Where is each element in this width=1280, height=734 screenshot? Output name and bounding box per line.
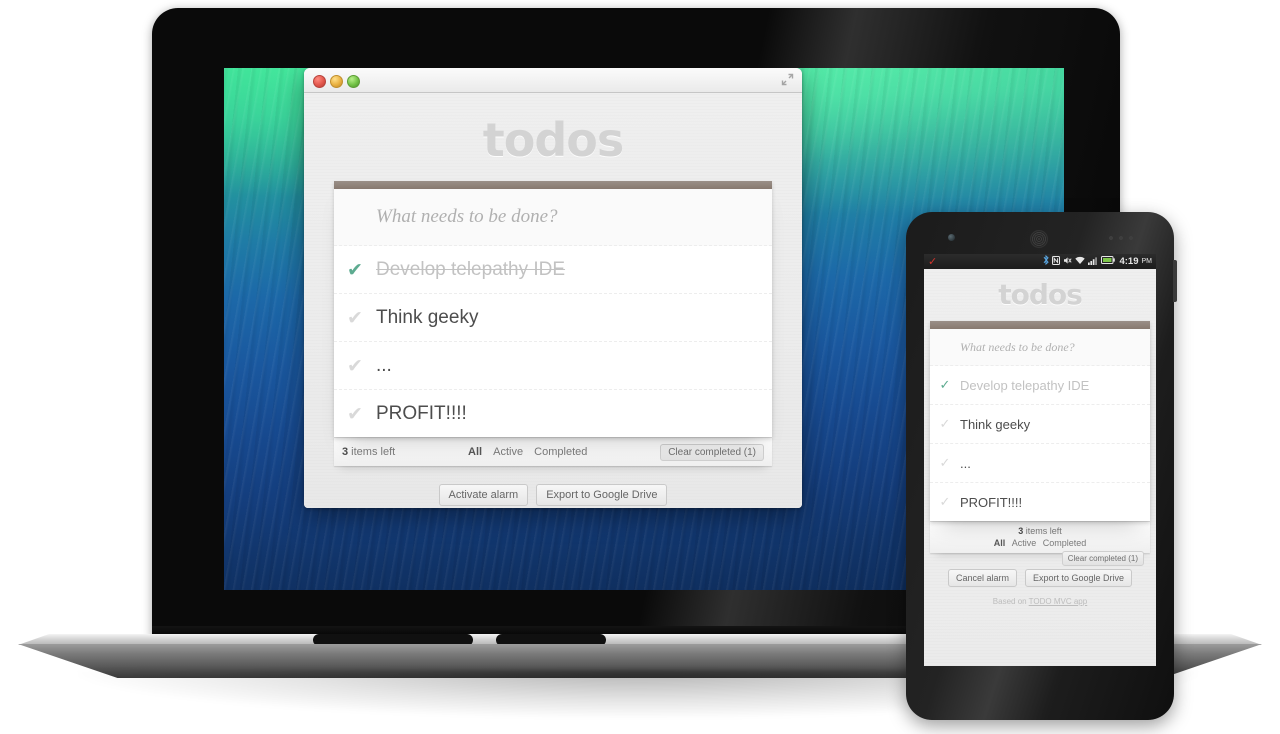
phone-power-button[interactable] <box>1173 260 1177 302</box>
page-title: todos <box>482 113 625 167</box>
filter-group: All Active Completed <box>395 446 660 458</box>
notification-check-icon: ✓ <box>928 255 938 268</box>
todo-row[interactable]: ✔ Think geeky <box>334 294 772 342</box>
todo-checkbox-icon[interactable]: ✓ <box>930 378 960 393</box>
items-left-counter: 3 items left <box>936 526 1144 536</box>
todo-label[interactable]: PROFIT!!!! <box>376 403 772 425</box>
alarm-button[interactable]: Cancel alarm <box>947 569 1017 587</box>
status-ampm: PM <box>1141 258 1153 265</box>
todo-label[interactable]: Develop telepathy IDE <box>376 259 772 281</box>
todo-app-phone: todos What needs to be done? ✓ Develop t… <box>924 269 1156 666</box>
export-button[interactable]: Export to Google Drive <box>1024 569 1133 587</box>
page-title: todos <box>998 278 1083 311</box>
card-top-bar <box>930 321 1150 329</box>
window-titlebar <box>304 68 802 93</box>
maximize-window-button[interactable] <box>347 75 360 88</box>
battery-icon <box>1101 256 1116 267</box>
phone-sensors <box>1108 236 1134 240</box>
todo-checkbox-icon[interactable]: ✔ <box>334 403 376 425</box>
todo-row[interactable]: ✔ PROFIT!!!! <box>334 390 772 437</box>
todo-footer: 3 items left All Active Completed Clear … <box>930 521 1150 566</box>
earpiece-speaker-icon <box>1030 230 1048 248</box>
todo-label[interactable]: Think geeky <box>376 307 772 329</box>
todo-row[interactable]: ✓ ... <box>930 444 1150 483</box>
todo-label[interactable]: PROFIT!!!! <box>960 495 1150 510</box>
new-todo-input[interactable]: What needs to be done? <box>960 340 1150 355</box>
card-top-bar <box>334 181 772 189</box>
todo-row[interactable]: ✓ PROFIT!!!! <box>930 483 1150 521</box>
filter-completed[interactable]: Completed <box>534 446 587 458</box>
signal-bars-icon <box>1088 256 1098 268</box>
alarm-button[interactable]: Activate alarm <box>438 484 529 506</box>
mute-icon <box>1063 256 1073 268</box>
items-left-counter: 3 items left <box>342 446 395 458</box>
todo-checkbox-icon[interactable]: ✓ <box>930 495 960 510</box>
todo-checkbox-icon[interactable]: ✔ <box>334 307 376 329</box>
todo-label[interactable]: Think geeky <box>960 417 1150 432</box>
front-camera-icon <box>948 234 955 241</box>
todo-label[interactable]: ... <box>376 355 772 377</box>
todo-checkbox-icon[interactable]: ✔ <box>334 355 376 377</box>
new-todo-row[interactable]: What needs to be done? <box>334 189 772 246</box>
filter-active[interactable]: Active <box>1012 538 1037 548</box>
minimize-window-button[interactable] <box>330 75 343 88</box>
status-time: 4:19 <box>1119 256 1139 267</box>
phone-mockup: ✓ 4:19 PM todos What needs to be done? ✓… <box>906 212 1177 720</box>
filter-group: All Active Completed <box>936 538 1144 548</box>
action-buttons: Activate alarm Export to Google Drive <box>304 484 802 506</box>
todo-label[interactable]: Develop telepathy IDE <box>960 378 1150 393</box>
todomvc-link[interactable]: TODO MVC app <box>1029 597 1088 606</box>
fullscreen-icon[interactable] <box>781 73 794 86</box>
items-left-suffix: items left <box>1023 526 1062 536</box>
todo-row[interactable]: ✔ Develop telepathy IDE <box>334 246 772 294</box>
clear-completed-button[interactable]: Clear completed (1) <box>660 443 764 461</box>
status-icons: 4:19 PM <box>1043 254 1153 268</box>
bluetooth-icon <box>1043 254 1050 268</box>
todo-app-desktop: todos What needs to be done? ✔ Develop t… <box>304 93 802 508</box>
close-window-button[interactable] <box>313 75 326 88</box>
items-left-suffix: items left <box>348 446 396 458</box>
credit-text: Based on TODO MVC app <box>924 597 1156 606</box>
credit-prefix: Based on <box>992 597 1029 606</box>
todo-row[interactable]: ✓ Develop telepathy IDE <box>930 366 1150 405</box>
phone-screen: ✓ 4:19 PM todos What needs to be done? ✓… <box>924 254 1156 666</box>
todo-row[interactable]: ✓ Think geeky <box>930 405 1150 444</box>
new-todo-input[interactable]: What needs to be done? <box>376 206 772 228</box>
clear-completed-button[interactable]: Clear completed (1) <box>1061 551 1144 566</box>
export-button[interactable]: Export to Google Drive <box>536 484 668 506</box>
browser-window: todos What needs to be done? ✔ Develop t… <box>304 68 802 508</box>
filter-all[interactable]: All <box>994 538 1006 548</box>
todo-card: What needs to be done? ✔ Develop telepat… <box>334 181 772 437</box>
wifi-icon <box>1075 256 1086 268</box>
todo-label[interactable]: ... <box>960 456 1150 471</box>
todo-checkbox-icon[interactable]: ✔ <box>334 259 376 281</box>
filter-active[interactable]: Active <box>493 446 523 458</box>
action-buttons: Cancel alarm Export to Google Drive <box>924 569 1156 587</box>
todo-row[interactable]: ✔ ... <box>334 342 772 390</box>
new-todo-row[interactable]: What needs to be done? <box>930 329 1150 366</box>
filter-all[interactable]: All <box>468 446 482 458</box>
todo-footer: 3 items left All Active Completed Clear … <box>334 437 772 466</box>
android-status-bar: ✓ 4:19 PM <box>924 254 1156 269</box>
todo-checkbox-icon[interactable]: ✓ <box>930 456 960 471</box>
filter-completed[interactable]: Completed <box>1043 538 1087 548</box>
todo-checkbox-icon[interactable]: ✓ <box>930 417 960 432</box>
todo-card: What needs to be done? ✓ Develop telepat… <box>930 321 1150 521</box>
nfc-icon <box>1052 255 1061 268</box>
